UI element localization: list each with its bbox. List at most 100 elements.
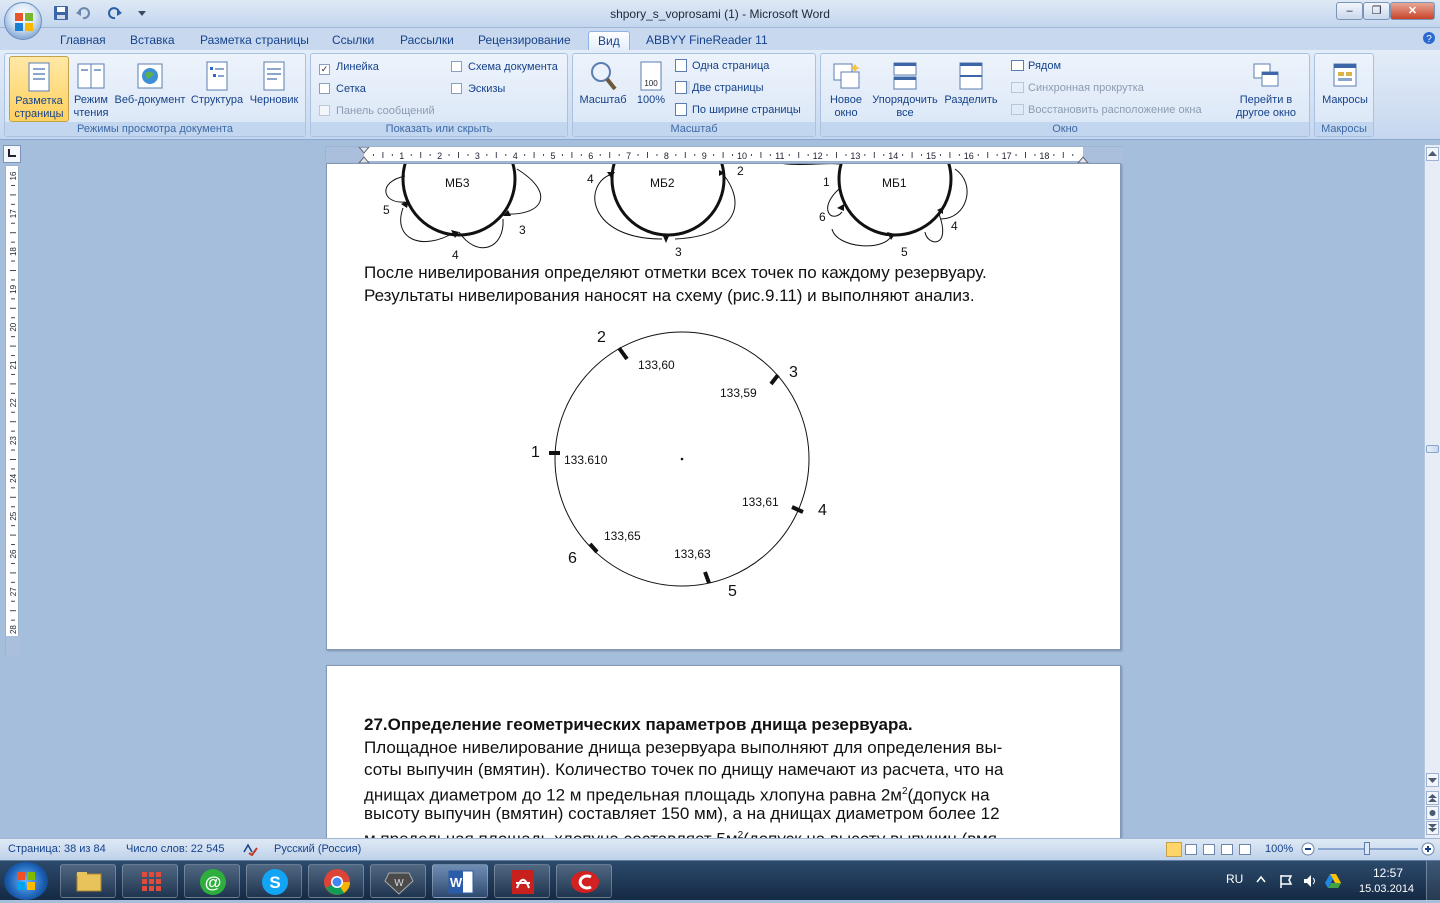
ruler-number: 22 bbox=[9, 398, 18, 407]
outline-view-icon[interactable] bbox=[1221, 844, 1233, 855]
keyboard-language[interactable]: RU bbox=[1226, 872, 1243, 886]
one-page-button[interactable]: Одна страница bbox=[675, 57, 769, 75]
tab-view[interactable]: Вид bbox=[588, 31, 630, 50]
vertical-ruler[interactable]: 16 17 18 19 20 21 22 23 24 25 26 27 28 bbox=[5, 165, 20, 656]
action-center-flag-icon[interactable] bbox=[1278, 873, 1294, 889]
tank-point-label: 2 bbox=[737, 164, 744, 178]
web-view-icon[interactable] bbox=[1203, 844, 1215, 855]
tab-insert[interactable]: Вставка bbox=[130, 31, 175, 50]
ruler-number: 23 bbox=[9, 436, 18, 445]
apps-taskbar-button[interactable] bbox=[122, 864, 178, 898]
close-button[interactable]: ✕ bbox=[1390, 2, 1435, 20]
tab-abbyy[interactable]: ABBYY FineReader 11 bbox=[646, 31, 768, 50]
folder-icon bbox=[76, 872, 102, 892]
macros-button[interactable]: Макросы bbox=[1317, 56, 1373, 122]
restore-button[interactable]: ❐ bbox=[1363, 2, 1390, 20]
vertical-scrollbar[interactable] bbox=[1424, 145, 1440, 838]
outline-button[interactable]: Структура bbox=[189, 56, 245, 122]
tank-point-label: 4 bbox=[587, 172, 594, 186]
zoom-slider-thumb[interactable] bbox=[1364, 842, 1370, 855]
ruler-checkbox[interactable]: ✓ Линейка bbox=[319, 58, 379, 76]
draft-button[interactable]: Черновик bbox=[245, 56, 303, 122]
help-icon[interactable]: ? bbox=[1422, 31, 1436, 45]
next-page-button[interactable] bbox=[1426, 821, 1439, 835]
office-button[interactable] bbox=[4, 2, 42, 40]
doc-map-label: Схема документа bbox=[468, 61, 558, 73]
zoom-out-icon[interactable] bbox=[1301, 842, 1315, 856]
tab-selector[interactable] bbox=[3, 145, 21, 163]
mail-agent-taskbar-button[interactable]: @ bbox=[184, 864, 240, 898]
arrange-all-button[interactable]: Упорядочить все bbox=[869, 56, 941, 122]
scroll-down-button[interactable] bbox=[1426, 773, 1439, 787]
acrobat-taskbar-button[interactable] bbox=[494, 864, 550, 898]
tab-mailings[interactable]: Рассылки bbox=[400, 31, 454, 50]
chrome-icon bbox=[324, 869, 351, 895]
draft-icon bbox=[259, 60, 289, 92]
skype-taskbar-button[interactable]: S bbox=[246, 864, 302, 898]
scroll-up-button[interactable] bbox=[1426, 147, 1439, 161]
browse-object-button[interactable] bbox=[1426, 806, 1439, 820]
outline-label: Структура bbox=[190, 94, 244, 106]
elevation-scheme: 1 133.610 2 133,60 3 133,59 4 133,61 5 1… bbox=[531, 329, 827, 600]
prev-page-button[interactable] bbox=[1426, 791, 1439, 805]
new-window-button[interactable]: Новое окно bbox=[823, 56, 869, 122]
ruler-number: 2 bbox=[437, 151, 442, 161]
start-button[interactable] bbox=[4, 862, 48, 900]
ruler-number: 25 bbox=[9, 511, 18, 520]
magnifier-icon bbox=[588, 60, 618, 92]
volume-icon[interactable] bbox=[1302, 873, 1318, 889]
zoom-in-icon[interactable] bbox=[1421, 842, 1435, 856]
macros-icon bbox=[1330, 60, 1360, 92]
message-bar-checkbox[interactable]: Панель сообщений bbox=[319, 102, 435, 120]
clock-time[interactable]: 12:57 bbox=[1373, 866, 1403, 880]
tab-references[interactable]: Ссылки bbox=[332, 31, 374, 50]
zoom-100-button[interactable]: 100 100% bbox=[631, 56, 671, 122]
language-indicator[interactable]: Русский (Россия) bbox=[274, 843, 361, 855]
tab-home[interactable]: Главная bbox=[60, 31, 106, 50]
tab-page-layout[interactable]: Разметка страницы bbox=[200, 31, 309, 50]
macros-label: Макросы bbox=[1322, 94, 1368, 106]
side-by-side-button[interactable]: Рядом bbox=[1011, 57, 1061, 75]
sync-scroll-button[interactable]: Синхронная прокрутка bbox=[1011, 79, 1144, 97]
web-layout-button[interactable]: Веб-документ bbox=[111, 56, 189, 122]
reading-mode-button[interactable]: Режим чтения bbox=[69, 56, 113, 122]
clock-date[interactable]: 15.03.2014 bbox=[1359, 883, 1414, 895]
tab-review[interactable]: Рецензирование bbox=[478, 31, 571, 50]
reading-view-icon[interactable] bbox=[1185, 844, 1197, 855]
chrome-taskbar-button[interactable] bbox=[308, 864, 364, 898]
ruler-number: 11 bbox=[775, 151, 784, 161]
switch-windows-button[interactable]: Перейти в другое окно bbox=[1225, 56, 1307, 122]
checkbox-icon bbox=[451, 61, 462, 72]
draft-view-icon[interactable] bbox=[1239, 844, 1251, 855]
document-page[interactable]: МБ3 5 4 3 МБ2 4 2 3 МБ1 1 6 4 5 После ни… bbox=[326, 163, 1121, 650]
group-document-views: Разметка страницы Режим чтения Веб-докум… bbox=[4, 53, 306, 137]
ruler-number: 1 bbox=[399, 151, 404, 161]
checkbox-icon bbox=[451, 83, 462, 94]
two-pages-button[interactable]: Две страницы bbox=[675, 79, 764, 97]
document-page[interactable]: 27.Определение геометрических параметров… bbox=[326, 665, 1121, 865]
print-layout-view-icon[interactable] bbox=[1166, 842, 1182, 857]
group-show-hide: ✓ Линейка Сетка Панель сообщений Схема до… bbox=[310, 53, 568, 137]
reset-position-button[interactable]: Восстановить расположение окна bbox=[1011, 101, 1202, 119]
page-count[interactable]: Страница: 38 из 84 bbox=[8, 843, 106, 855]
app-taskbar-button[interactable] bbox=[556, 864, 612, 898]
word-taskbar-button[interactable]: W bbox=[432, 864, 488, 898]
horizontal-ruler[interactable]: 1 2 3 4 5 6 7 8 9 10 11 12 13 14 15 16 17 18 bbox=[325, 146, 1123, 164]
doc-map-checkbox[interactable]: Схема документа bbox=[451, 58, 558, 76]
gridlines-checkbox[interactable]: Сетка bbox=[319, 80, 366, 98]
split-button[interactable]: Разделить bbox=[941, 56, 1001, 122]
print-layout-button[interactable]: Разметка страницы bbox=[9, 56, 69, 122]
minimize-button[interactable]: – bbox=[1336, 2, 1363, 20]
page-width-button[interactable]: По ширине страницы bbox=[675, 101, 801, 119]
google-drive-icon[interactable] bbox=[1324, 873, 1342, 889]
show-hidden-icons-icon[interactable] bbox=[1256, 875, 1266, 885]
word-count[interactable]: Число слов: 22 545 bbox=[126, 843, 224, 855]
zoom-button[interactable]: Масштаб bbox=[575, 56, 631, 122]
explorer-taskbar-button[interactable] bbox=[60, 864, 116, 898]
spelling-check-icon[interactable] bbox=[242, 842, 258, 856]
scroll-thumb[interactable] bbox=[1426, 445, 1439, 453]
thumbnails-checkbox[interactable]: Эскизы bbox=[451, 80, 505, 98]
show-desktop-button[interactable] bbox=[1426, 861, 1440, 901]
zoom-level[interactable]: 100% bbox=[1265, 843, 1293, 855]
tanks-taskbar-button[interactable]: W bbox=[370, 864, 426, 898]
